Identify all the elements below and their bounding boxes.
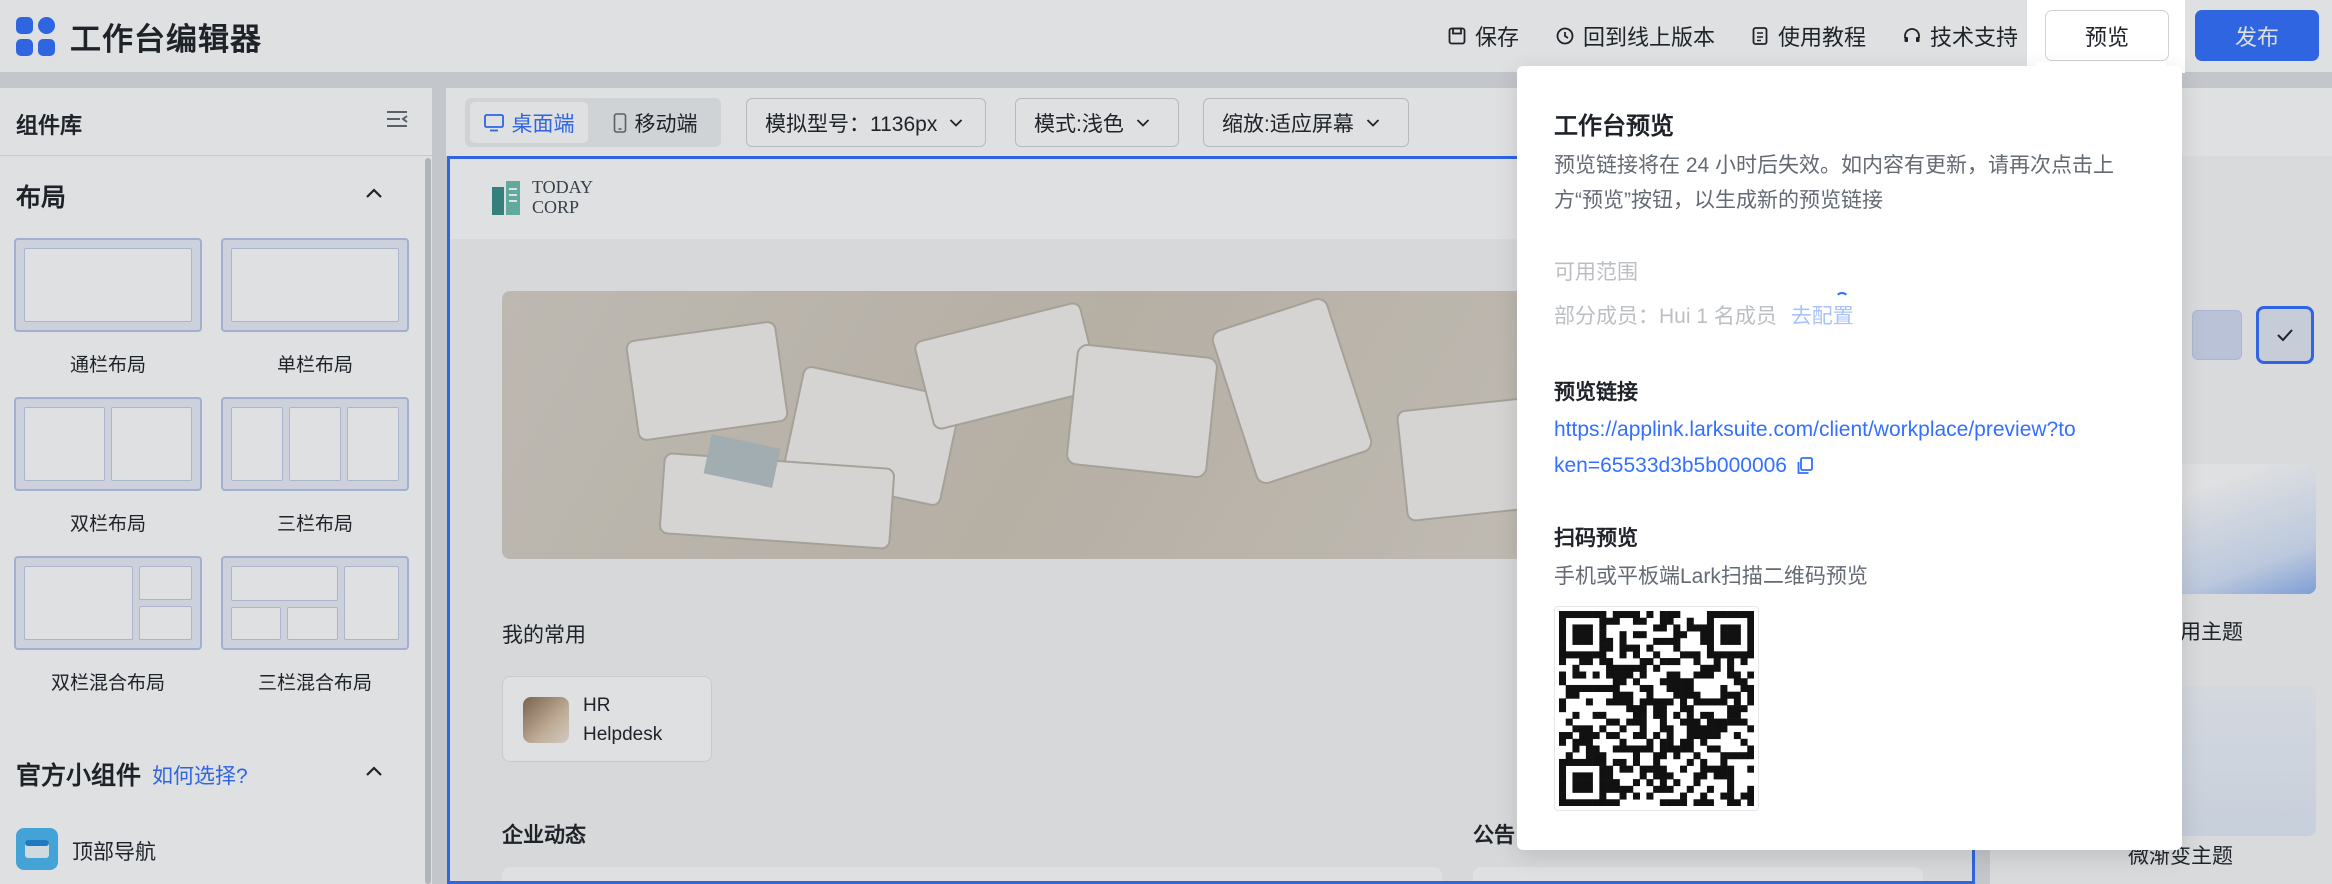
configure-scope-link[interactable]: 去配置 <box>1791 305 1854 328</box>
qr-section-title: 扫码预览 <box>1554 527 1638 550</box>
preview-button-active[interactable]: 预览 <box>2045 10 2169 61</box>
popover-description: 预览链接将在 24 小时后失效。如内容有更新，请再次点击上 方“预览”按钮，以生… <box>1554 148 2164 218</box>
popover-arrow <box>2036 62 2166 72</box>
loading-spinner-icon <box>1835 292 1849 306</box>
copy-icon[interactable] <box>1795 456 1815 476</box>
qr-section-description: 手机或平板端Lark扫描二维码预览 <box>1554 565 1868 588</box>
scope-value: 部分成员：Hui 1 名成员 去配置 <box>1554 300 1854 330</box>
scope-label: 可用范围 <box>1554 261 1638 284</box>
preview-link-title: 预览链接 <box>1554 381 1638 404</box>
qr-code <box>1554 606 1759 811</box>
qr-code-image <box>1559 611 1755 807</box>
preview-link[interactable]: https://applink.larksuite.com/client/wor… <box>1554 412 2164 484</box>
scope-members: 部分成员：Hui 1 名成员 <box>1554 305 1777 328</box>
popover-title: 工作台预览 <box>1554 113 1674 140</box>
preview-link-line-1: https://applink.larksuite.com/client/wor… <box>1554 418 2076 441</box>
preview-popover: 工作台预览 预览链接将在 24 小时后失效。如内容有更新，请再次点击上 方“预览… <box>1517 66 2182 850</box>
preview-link-line-2: ken=65533d3b5b000006 <box>1554 454 1787 477</box>
description-line-1: 预览链接将在 24 小时后失效。如内容有更新，请再次点击上 <box>1554 154 2115 177</box>
description-line-2: 方“预览”按钮，以生成新的预览链接 <box>1554 189 1883 212</box>
